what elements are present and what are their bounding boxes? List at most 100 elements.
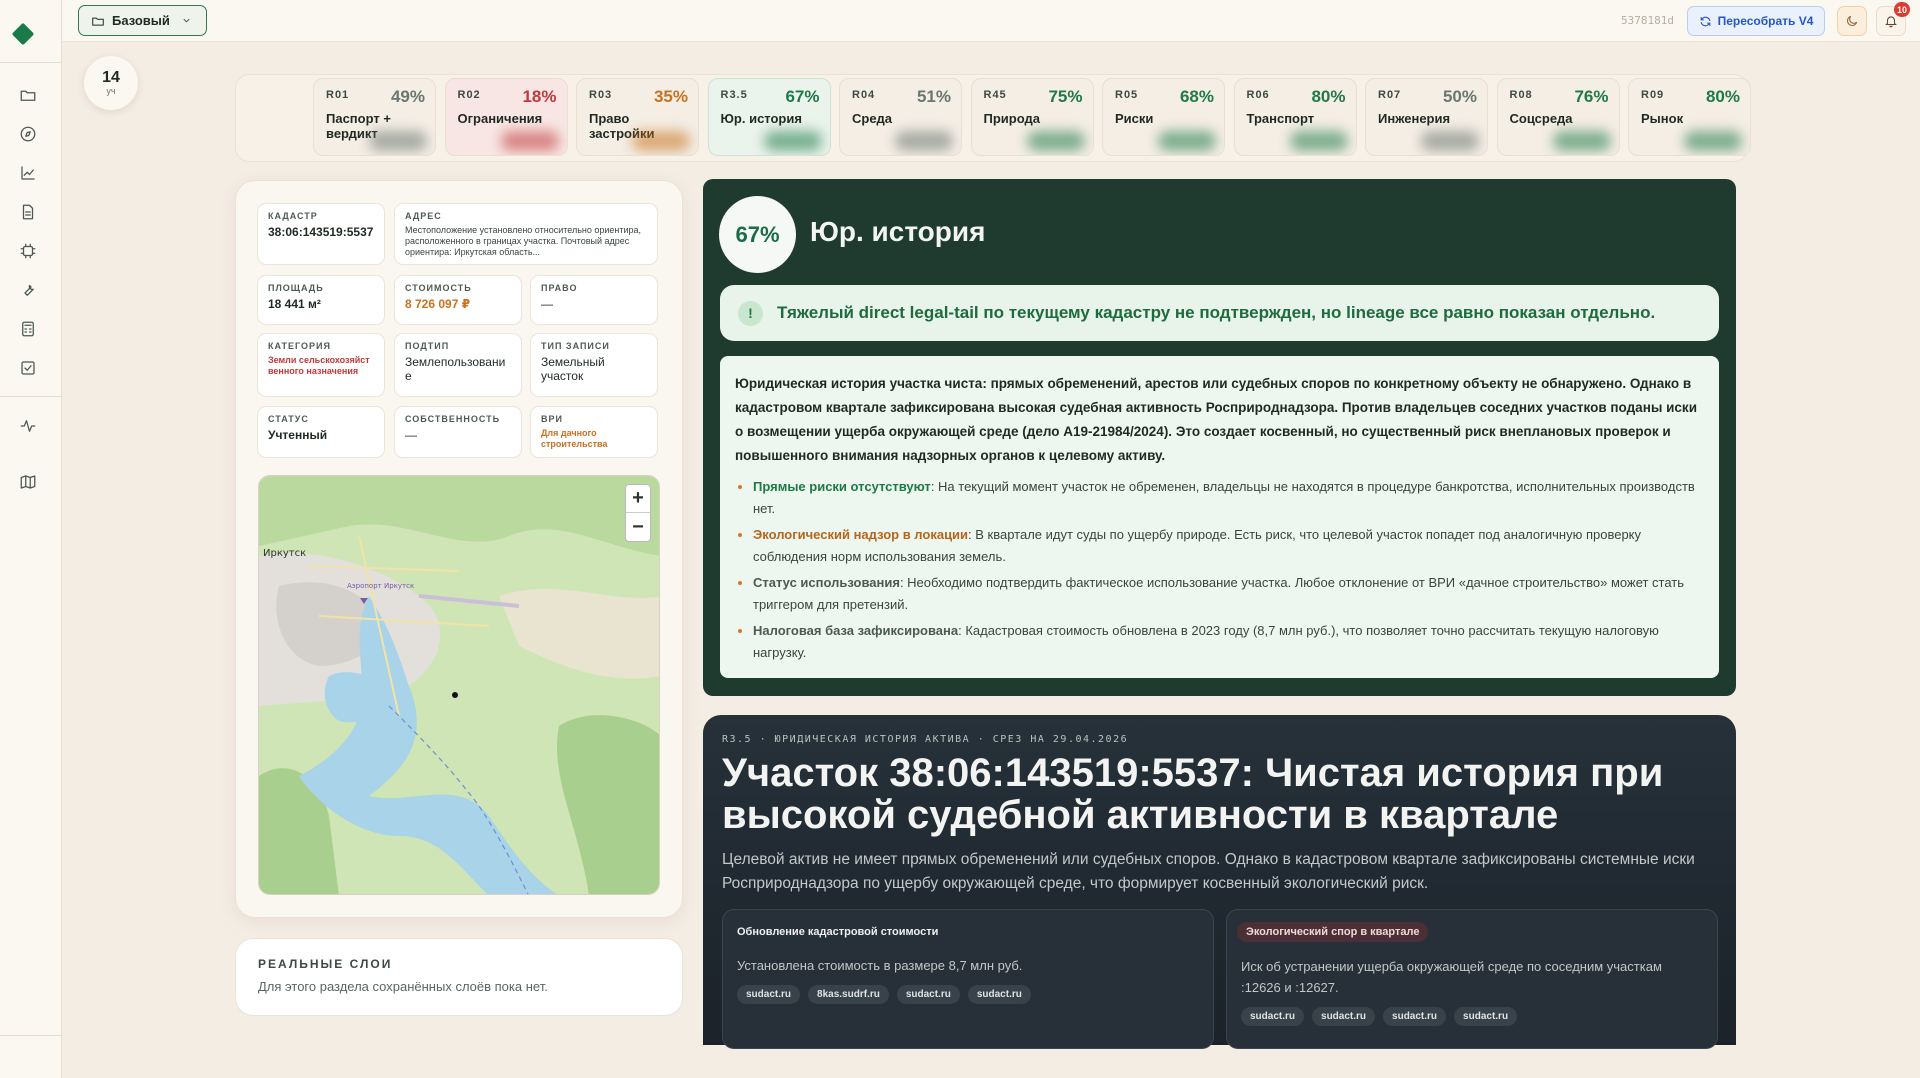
logo-diamond-icon[interactable] [11, 22, 35, 46]
report-label: Соцсреда [1509, 111, 1573, 126]
report-percent: 80% [1311, 87, 1346, 106]
wrench-icon[interactable] [16, 278, 40, 302]
report-card-r05[interactable]: R05 68% Риски [1102, 78, 1225, 156]
history-event-card[interactable]: Обновление кадастровой стоимости Установл… [722, 909, 1214, 1049]
refresh-icon [1700, 16, 1710, 26]
bell-icon [1885, 16, 1897, 28]
legal-alert: ! Тяжелый direct legal-tail по текущему … [720, 285, 1719, 341]
subtype-value: Землепользование [405, 355, 506, 383]
real-layers-panel: РЕАЛЬНЫЕ СЛОИ Для этого раздела сохранён… [235, 938, 683, 1016]
notifications-badge: 10 [1894, 2, 1911, 17]
chip-icon[interactable] [16, 239, 40, 263]
map-canvas[interactable]: Иркутск Аэропорт Иркутск [259, 476, 660, 895]
bullet-heading: Экологический надзор в локации [753, 527, 969, 542]
field-label: ТИП ЗАПИСИ [541, 341, 610, 351]
source-tag[interactable]: sudact.ru [896, 985, 960, 1004]
field-address: АДРЕС Местоположение установлено относит… [394, 203, 658, 265]
report-card-r07[interactable]: R07 50% Инженерия [1365, 78, 1488, 156]
calculator-icon[interactable] [16, 317, 40, 341]
report-glow [500, 131, 559, 151]
report-label: Ограничения [457, 111, 543, 126]
report-card-r09[interactable]: R09 80% Рынок [1628, 78, 1751, 156]
field-subtype: ПОДТИП Землепользование [394, 333, 522, 397]
report-label: Транспорт [1246, 111, 1315, 126]
event-body: Иск об устранении ущерба окружающей сред… [1241, 959, 1662, 995]
zoom-out-button[interactable]: − [626, 513, 650, 541]
folder-open-icon [92, 17, 104, 26]
parcel-count: 14 [102, 69, 120, 86]
field-label: СТАТУС [268, 414, 309, 424]
field-label: СОБСТВЕННОСТЬ [405, 414, 501, 424]
report-card-r02[interactable]: R02 18% Ограничения [444, 78, 568, 156]
activity-icon[interactable] [16, 414, 40, 438]
moon-icon [1847, 15, 1858, 26]
source-tag[interactable]: 8kas.sudrf.ru [808, 985, 889, 1004]
report-glow [1289, 131, 1348, 151]
left-rail [0, 0, 62, 1078]
bullet-heading: Налоговая база зафиксирована [753, 623, 959, 638]
field-right: ПРАВО — [530, 275, 658, 325]
report-card-r03[interactable]: R03 35% Право застройки [576, 78, 699, 156]
profile-label: Базовый [112, 13, 170, 28]
source-tag[interactable]: sudact.ru [967, 985, 1031, 1004]
map-icon[interactable] [16, 470, 40, 494]
cadastre-value[interactable]: 38:06:143519:5537 [268, 225, 374, 239]
parcel-map[interactable]: Иркутск Аэропорт Иркутск + − [258, 475, 660, 895]
source-tag[interactable]: sudact.ru [1454, 1007, 1518, 1026]
history-title: Участок 38:06:143519:5537: Чистая истори… [722, 751, 1664, 837]
report-percent: 80% [1705, 87, 1740, 106]
report-glow [895, 131, 953, 151]
bullet-heading: Статус использования [753, 575, 900, 590]
source-tag[interactable]: sudact.ru [1312, 1007, 1376, 1026]
category-value: Земли сельскохозяйственного назначения [268, 355, 370, 376]
report-glow [1421, 131, 1479, 151]
parcel-count-chip[interactable]: 14 уч [84, 56, 138, 110]
report-card-r45[interactable]: R45 75% Природа [970, 78, 1094, 156]
event-sources: sudact.ru 8kas.sudrf.ru sudact.ru sudact.ru [737, 985, 1199, 1004]
report-glow [1026, 131, 1085, 151]
field-status: СТАТУС Учтенный [257, 406, 385, 458]
field-cost: СТОИМОСТЬ 8 726 097 ₽ [394, 275, 522, 325]
checklist-icon[interactable] [16, 356, 40, 380]
zoom-in-button[interactable]: + [626, 485, 650, 513]
field-record-type: ТИП ЗАПИСИ Земельный участок [530, 333, 658, 397]
field-label: КАДАСТР [268, 211, 318, 221]
field-ownership: СОБСТВЕННОСТЬ — [394, 406, 522, 458]
chart-line-icon[interactable] [16, 161, 40, 185]
summary-paragraph: Юридическая история участка чиста: прямы… [735, 376, 1697, 463]
compass-icon[interactable] [16, 122, 40, 146]
theme-toggle[interactable] [1837, 6, 1867, 36]
ownership-value: — [405, 428, 417, 442]
layers-empty-text: Для этого раздела сохранённых слоёв пока… [258, 979, 548, 994]
history-event-card[interactable]: Экологический спор в квартале Иск об устр… [1226, 909, 1718, 1049]
report-percent: 75% [1048, 87, 1083, 106]
report-card-r06[interactable]: R06 80% Транспорт [1233, 78, 1357, 156]
report-glow [763, 131, 822, 151]
rebuild-button[interactable]: Пересобрать V4 [1687, 6, 1825, 36]
history-eyebrow: R3.5 · ЮРИДИЧЕСКАЯ ИСТОРИЯ АКТИВА · СРЕЗ… [722, 734, 1129, 745]
event-sources: sudact.ru sudact.ru sudact.ru sudact.ru [1241, 1007, 1703, 1026]
source-tag[interactable]: sudact.ru [737, 985, 801, 1004]
report-card-r01[interactable]: R01 49% Паспорт + вердикт [313, 78, 436, 156]
field-label: ПОДТИП [405, 341, 450, 351]
rail-divider [0, 1035, 62, 1036]
report-card-r3-5[interactable]: R3.5 67% Юр. история [707, 78, 831, 156]
source-tag[interactable]: sudact.ru [1383, 1007, 1447, 1026]
report-card-r08[interactable]: R08 76% Соцсреда [1496, 78, 1620, 156]
document-icon[interactable] [16, 200, 40, 224]
summary-bullet: Налоговая база зафиксирована: Кадастрова… [753, 620, 1704, 663]
summary-bullet: Статус использования: Необходимо подтвер… [753, 572, 1704, 615]
summary-bullets: Прямые риски отсутствуют: На текущий мом… [735, 476, 1704, 663]
report-percent: 18% [522, 87, 557, 106]
source-tag[interactable]: sudact.ru [1241, 1007, 1305, 1026]
field-label: АДРЕС [405, 211, 442, 221]
field-label: КАТЕГОРИЯ [268, 341, 331, 351]
map-zoom-control: + − [625, 484, 651, 542]
rail-divider [0, 62, 62, 63]
report-card-r04[interactable]: R04 51% Среда [839, 78, 962, 156]
report-glow [1158, 131, 1216, 151]
profile-select[interactable]: Базовый [78, 5, 207, 36]
area-value: 18 441 м² [268, 297, 321, 311]
folder-icon[interactable] [16, 83, 40, 107]
field-vri: ВРИ Для дачного строительства [530, 406, 658, 458]
